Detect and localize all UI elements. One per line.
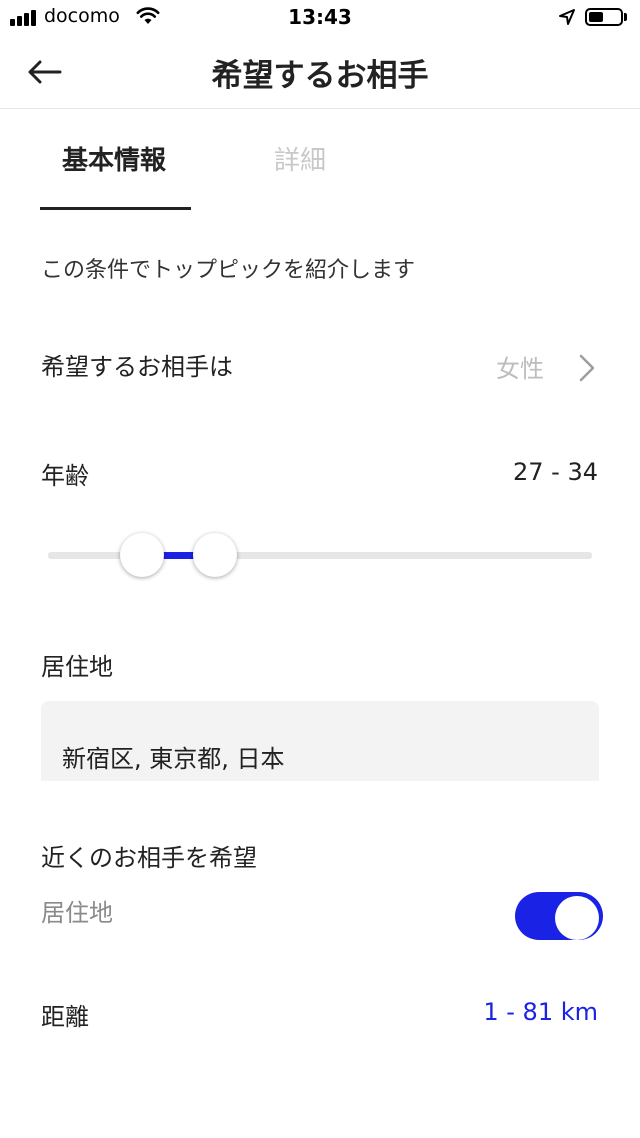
gender-value: 女性: [496, 355, 544, 383]
gender-label: 希望するお相手は: [41, 353, 233, 381]
gender-preference-row[interactable]: 希望するお相手は 女性: [0, 335, 640, 401]
residence-label: 居住地: [41, 653, 113, 681]
tab-details[interactable]: 詳細: [274, 140, 326, 177]
page-title: 希望するお相手: [211, 58, 429, 94]
status-bar: docomo 13:43: [0, 0, 640, 36]
age-range-value: 27 - 34: [513, 458, 598, 486]
age-label: 年齢: [41, 462, 89, 490]
battery-icon: [585, 8, 623, 26]
distance-label: 距離: [41, 1003, 89, 1031]
battery-cap: [624, 13, 627, 21]
navigation-header: 希望するお相手: [0, 36, 640, 109]
toggle-knob: [555, 896, 599, 940]
nearby-preference-sublabel: 居住地: [41, 899, 113, 927]
active-tab-indicator: [40, 207, 191, 210]
chevron-right-icon: [579, 354, 595, 382]
age-slider-min-handle[interactable]: [120, 533, 164, 577]
nearby-preference-label: 近くのお相手を希望: [41, 844, 257, 872]
distance-value[interactable]: 1 - 81 km: [483, 998, 598, 1026]
tab-basic-info[interactable]: 基本情報: [62, 140, 166, 177]
age-slider-max-handle[interactable]: [193, 533, 237, 577]
status-time: 13:43: [288, 5, 352, 29]
nearby-toggle[interactable]: [515, 892, 603, 940]
residence-value: 新宿区, 東京都, 日本: [62, 745, 285, 773]
residence-field[interactable]: 新宿区, 東京都, 日本: [41, 701, 599, 781]
intro-text: この条件でトップピックを紹介します: [41, 258, 416, 283]
location-arrow-icon: [559, 9, 575, 25]
